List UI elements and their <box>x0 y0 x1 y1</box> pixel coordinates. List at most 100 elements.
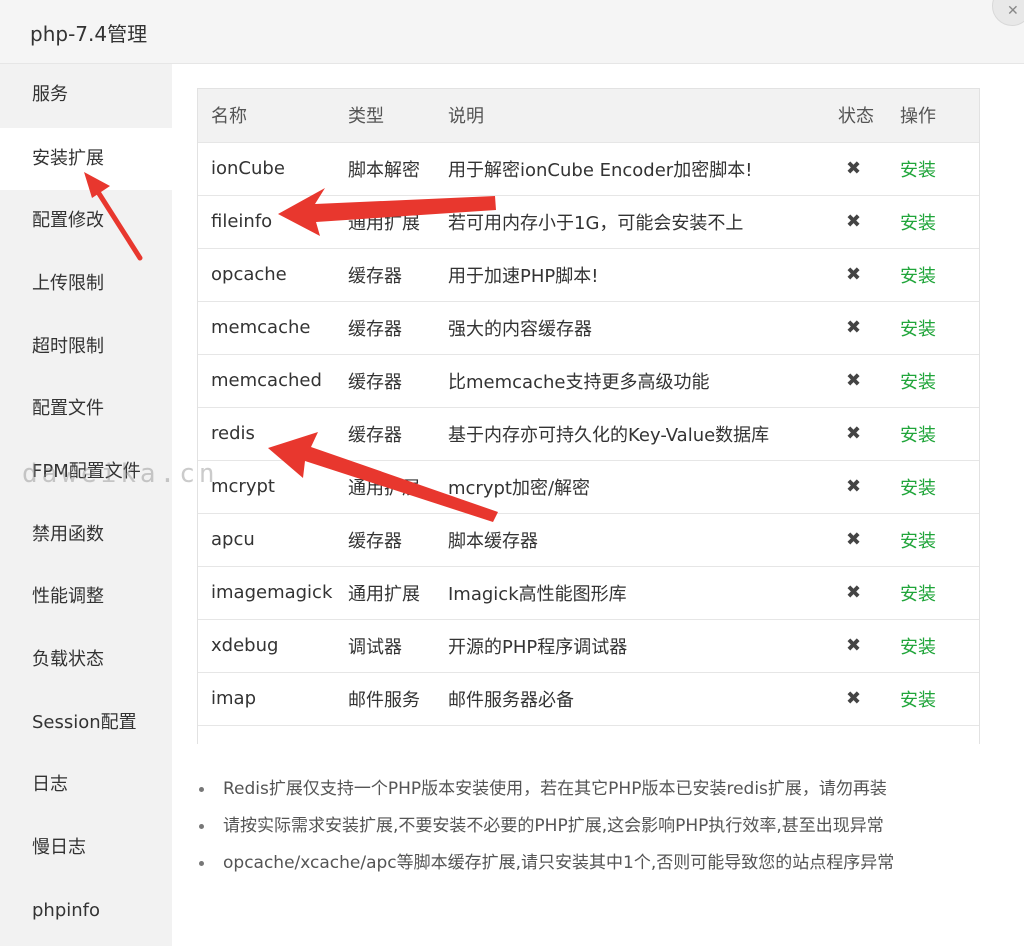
not-installed-icon: ✖ <box>846 423 862 444</box>
ext-type: 通用扩展 <box>348 566 448 620</box>
install-link[interactable]: 安装 <box>900 531 936 552</box>
table-row: redis 缓存器 基于内存亦可持久化的Key-Value数据库 ✖ 安装 <box>198 407 979 461</box>
bullet-icon <box>199 861 204 866</box>
ext-description: 脚本缓存器 <box>448 513 838 567</box>
window-titlebar: php-7.4管理 <box>0 0 1024 64</box>
sidebar-item-performance[interactable]: 性能调整 <box>0 566 172 628</box>
sidebar-item-log[interactable]: 日志 <box>0 754 172 816</box>
ext-description: 开源的PHP程序调试器 <box>448 619 838 673</box>
close-icon: ✕ <box>1007 3 1019 19</box>
ext-type: 缓存器 <box>348 354 448 408</box>
header-description: 说明 <box>448 89 838 143</box>
not-installed-icon: ✖ <box>846 635 862 656</box>
not-installed-icon: ✖ <box>846 370 862 391</box>
ext-description: 基于内存亦可持久化的Key-Value数据库 <box>448 407 838 461</box>
sidebar-item-disabled-functions[interactable]: 禁用函数 <box>0 504 172 566</box>
ext-type: 缓存器 <box>348 407 448 461</box>
header-action: 操作 <box>900 89 979 143</box>
ext-name: xdebug <box>198 619 348 673</box>
sidebar-item-install-extension[interactable]: 安装扩展 <box>0 128 172 190</box>
sidebar-item-phpinfo[interactable]: phpinfo <box>0 880 172 942</box>
ext-type: 缓存器 <box>348 513 448 567</box>
install-link[interactable]: 安装 <box>900 690 936 711</box>
ext-name: imap <box>198 672 348 726</box>
window-title: php-7.4管理 <box>30 22 148 46</box>
ext-type: 通用扩展 <box>348 195 448 249</box>
not-installed-icon: ✖ <box>846 158 862 179</box>
ext-description: Imagick高性能图形库 <box>448 566 838 620</box>
not-installed-icon: ✖ <box>846 317 862 338</box>
not-installed-icon: ✖ <box>846 476 862 497</box>
table-row: mcrypt 通用扩展 mcrypt加密/解密 ✖ 安装 <box>198 460 979 514</box>
ext-type: 脚本解密 <box>348 142 448 196</box>
install-link[interactable]: 安装 <box>900 160 936 181</box>
bullet-icon <box>199 787 204 792</box>
ext-name: memcached <box>198 354 348 408</box>
table-row: fileinfo 通用扩展 若可用内存小于1G，可能会安装不上 ✖ 安装 <box>198 195 979 249</box>
install-link[interactable]: 安装 <box>900 266 936 287</box>
ext-description: 用于加速PHP脚本! <box>448 248 838 302</box>
sidebar: 服务 安装扩展 配置修改 上传限制 超时限制 配置文件 FPM配置文件 禁用函数… <box>0 64 172 946</box>
install-link[interactable]: 安装 <box>900 319 936 340</box>
not-installed-icon: ✖ <box>846 582 862 603</box>
table-row: memcache 缓存器 强大的内容缓存器 ✖ 安装 <box>198 301 979 355</box>
ext-type: 调试器 <box>348 619 448 673</box>
note-item: opcache/xcache/apc等脚本缓存扩展,请只安装其中1个,否则可能导… <box>197 850 997 887</box>
install-link[interactable]: 安装 <box>900 372 936 393</box>
not-installed-icon: ✖ <box>846 688 862 709</box>
ext-description: 用于解密ionCube Encoder加密脚本! <box>448 142 838 196</box>
note-item: Redis扩展仅支持一个PHP版本安装使用，若在其它PHP版本已安装redis扩… <box>197 776 997 813</box>
sidebar-item-config-file[interactable]: 配置文件 <box>0 378 172 440</box>
header-type: 类型 <box>348 89 448 143</box>
sidebar-item-upload-limit[interactable]: 上传限制 <box>0 253 172 315</box>
install-link[interactable]: 安装 <box>900 584 936 605</box>
table-row: xdebug 调试器 开源的PHP程序调试器 ✖ 安装 <box>198 619 979 673</box>
sidebar-item-load-status[interactable]: 负载状态 <box>0 629 172 691</box>
install-link[interactable]: 安装 <box>900 478 936 499</box>
main-content: 名称 类型 说明 状态 操作 ionCube 脚本解密 用于解密ionCube … <box>172 64 1024 946</box>
table-header-row: 名称 类型 说明 状态 操作 <box>198 89 979 143</box>
sidebar-item-fpm-config[interactable]: FPM配置文件 <box>0 441 172 503</box>
sidebar-item-config-edit[interactable]: 配置修改 <box>0 190 172 252</box>
ext-description: 强大的内容缓存器 <box>448 301 838 355</box>
install-link[interactable]: 安装 <box>900 213 936 234</box>
ext-name: imagemagick <box>198 566 348 620</box>
sidebar-item-timeout-limit[interactable]: 超时限制 <box>0 316 172 378</box>
not-installed-icon: ✖ <box>846 529 862 550</box>
ext-name: fileinfo <box>198 195 348 249</box>
ext-name: ionCube <box>198 142 348 196</box>
ext-description: 邮件服务器必备 <box>448 672 838 726</box>
ext-type: 邮件服务 <box>348 672 448 726</box>
header-status: 状态 <box>838 89 900 143</box>
install-link[interactable]: 安装 <box>900 425 936 446</box>
ext-name: mcrypt <box>198 460 348 514</box>
table-row: opcache 缓存器 用于加速PHP脚本! ✖ 安装 <box>198 248 979 302</box>
ext-type: 缓存器 <box>348 301 448 355</box>
ext-description: mcrypt加密/解密 <box>448 460 838 514</box>
bullet-icon <box>199 824 204 829</box>
ext-name: apcu <box>198 513 348 567</box>
install-link[interactable]: 安装 <box>900 637 936 658</box>
ext-name: memcache <box>198 301 348 355</box>
sidebar-item-session-config[interactable]: Session配置 <box>0 692 172 754</box>
extension-table-container[interactable]: 名称 类型 说明 状态 操作 ionCube 脚本解密 用于解密ionCube … <box>197 88 980 744</box>
table-row: imagemagick 通用扩展 Imagick高性能图形库 ✖ 安装 <box>198 566 979 620</box>
table-row: apcu 缓存器 脚本缓存器 ✖ 安装 <box>198 513 979 567</box>
notes-list: Redis扩展仅支持一个PHP版本安装使用，若在其它PHP版本已安装redis扩… <box>197 776 997 887</box>
sidebar-item-service[interactable]: 服务 <box>0 64 172 126</box>
note-item: 请按实际需求安装扩展,不要安装不必要的PHP扩展,这会影响PHP执行效率,甚至出… <box>197 813 997 850</box>
table-row: imap 邮件服务 邮件服务器必备 ✖ 安装 <box>198 672 979 726</box>
sidebar-item-slow-log[interactable]: 慢日志 <box>0 817 172 879</box>
ext-name: redis <box>198 407 348 461</box>
table-row: ionCube 脚本解密 用于解密ionCube Encoder加密脚本! ✖ … <box>198 142 979 196</box>
ext-type: 缓存器 <box>348 248 448 302</box>
not-installed-icon: ✖ <box>846 264 862 285</box>
ext-description: 若可用内存小于1G，可能会安装不上 <box>448 195 838 249</box>
not-installed-icon: ✖ <box>846 211 862 232</box>
table-row: memcached 缓存器 比memcache支持更多高级功能 ✖ 安装 <box>198 354 979 408</box>
ext-name: opcache <box>198 248 348 302</box>
extension-table: 名称 类型 说明 状态 操作 ionCube 脚本解密 用于解密ionCube … <box>198 89 979 726</box>
header-name: 名称 <box>198 89 348 143</box>
ext-description: 比memcache支持更多高级功能 <box>448 354 838 408</box>
ext-type: 通用扩展 <box>348 460 448 514</box>
